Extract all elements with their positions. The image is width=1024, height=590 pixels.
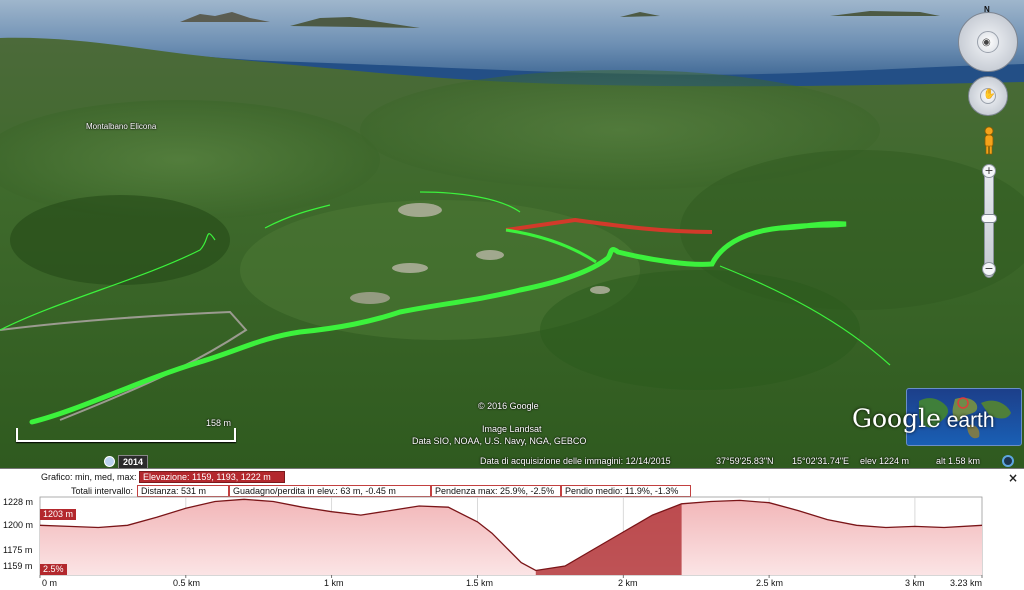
close-profile-button[interactable]: ×: [1008, 471, 1018, 485]
look-joystick[interactable]: ◉: [977, 31, 999, 53]
hand-icon: ✋: [983, 89, 996, 100]
street-view-pegman-icon[interactable]: [982, 126, 996, 156]
cursor-slope-label: 2.5%: [40, 564, 67, 575]
zoom-in-button[interactable]: +: [982, 164, 996, 178]
x-tick-label: 1 km: [324, 578, 344, 588]
elevation-profile-panel[interactable]: × Grafico: min, med, max: Elevazione: 11…: [0, 468, 1024, 590]
rock-outcrop: [392, 263, 428, 273]
historical-imagery-icon[interactable]: [104, 456, 115, 467]
x-tick-label: 1.5 km: [466, 578, 494, 588]
longitude-readout: 15°02'31.74"E: [792, 456, 850, 466]
streaming-status-icon: [1002, 455, 1014, 467]
logo-word-earth: earth: [940, 409, 995, 432]
rock-outcrop: [590, 286, 610, 294]
forest-patch: [10, 195, 230, 285]
x-tick-label: 0.5 km: [173, 578, 201, 588]
acquisition-date: Data di acquisizione delle immagini: 12/…: [480, 456, 671, 466]
place-label: Montalbano Elicona: [86, 122, 157, 131]
x-tick-label: 0 m: [42, 578, 58, 588]
rock-outcrop: [350, 292, 390, 304]
scale-bar: [16, 428, 236, 442]
elevation-readout: elev 1224 m: [860, 456, 910, 466]
north-indicator[interactable]: N: [984, 5, 990, 14]
zoom-slider-thumb[interactable]: [981, 214, 997, 223]
elevation-chart[interactable]: [0, 491, 1024, 590]
google-earth-logo: Google earth: [852, 404, 1022, 433]
zoom-out-button[interactable]: −: [982, 262, 996, 276]
y-tick-label: 1228 m: [3, 497, 34, 507]
rock-outcrop: [398, 203, 442, 217]
move-joystick[interactable]: ✋: [980, 88, 996, 104]
y-tick-label: 1175 m: [3, 545, 33, 555]
eye-icon: ◉: [982, 37, 991, 48]
imagery-year[interactable]: 2014: [118, 455, 149, 468]
imagery-source: Image Landsat: [482, 424, 542, 434]
x-tick-label: 2.5 km: [756, 578, 784, 588]
copyright-text: © 2016 Google: [478, 401, 539, 411]
logo-word-google: Google: [852, 404, 941, 433]
latitude-readout: 37°59'25.83"N: [716, 456, 774, 466]
y-tick-label: 1200 m: [3, 520, 34, 530]
earth-viewport[interactable]: Montalbano Elicona ◉ N ✋ + − Google eart…: [0, 0, 1024, 468]
scale-label: 158 m: [206, 418, 232, 428]
data-sources: Data SIO, NOAA, U.S. Navy, NGA, GEBCO: [412, 436, 587, 446]
forest-patch: [540, 270, 860, 390]
terrain-view[interactable]: [0, 0, 1024, 468]
cursor-elevation-label: 1203 m: [40, 509, 77, 520]
rock-outcrop: [476, 250, 504, 260]
x-tick-label: 2 km: [618, 578, 638, 588]
altitude-readout: alt 1.58 km: [936, 456, 981, 466]
x-tick-label: 3.23 km: [950, 578, 983, 588]
x-tick-label: 3 km: [905, 578, 925, 588]
elevation-summary: Elevazione: 1159, 1193, 1222 m: [139, 471, 285, 483]
profile-summary-label: Grafico: min, med, max:: [41, 472, 137, 482]
y-tick-label: 1159 m: [3, 561, 33, 571]
